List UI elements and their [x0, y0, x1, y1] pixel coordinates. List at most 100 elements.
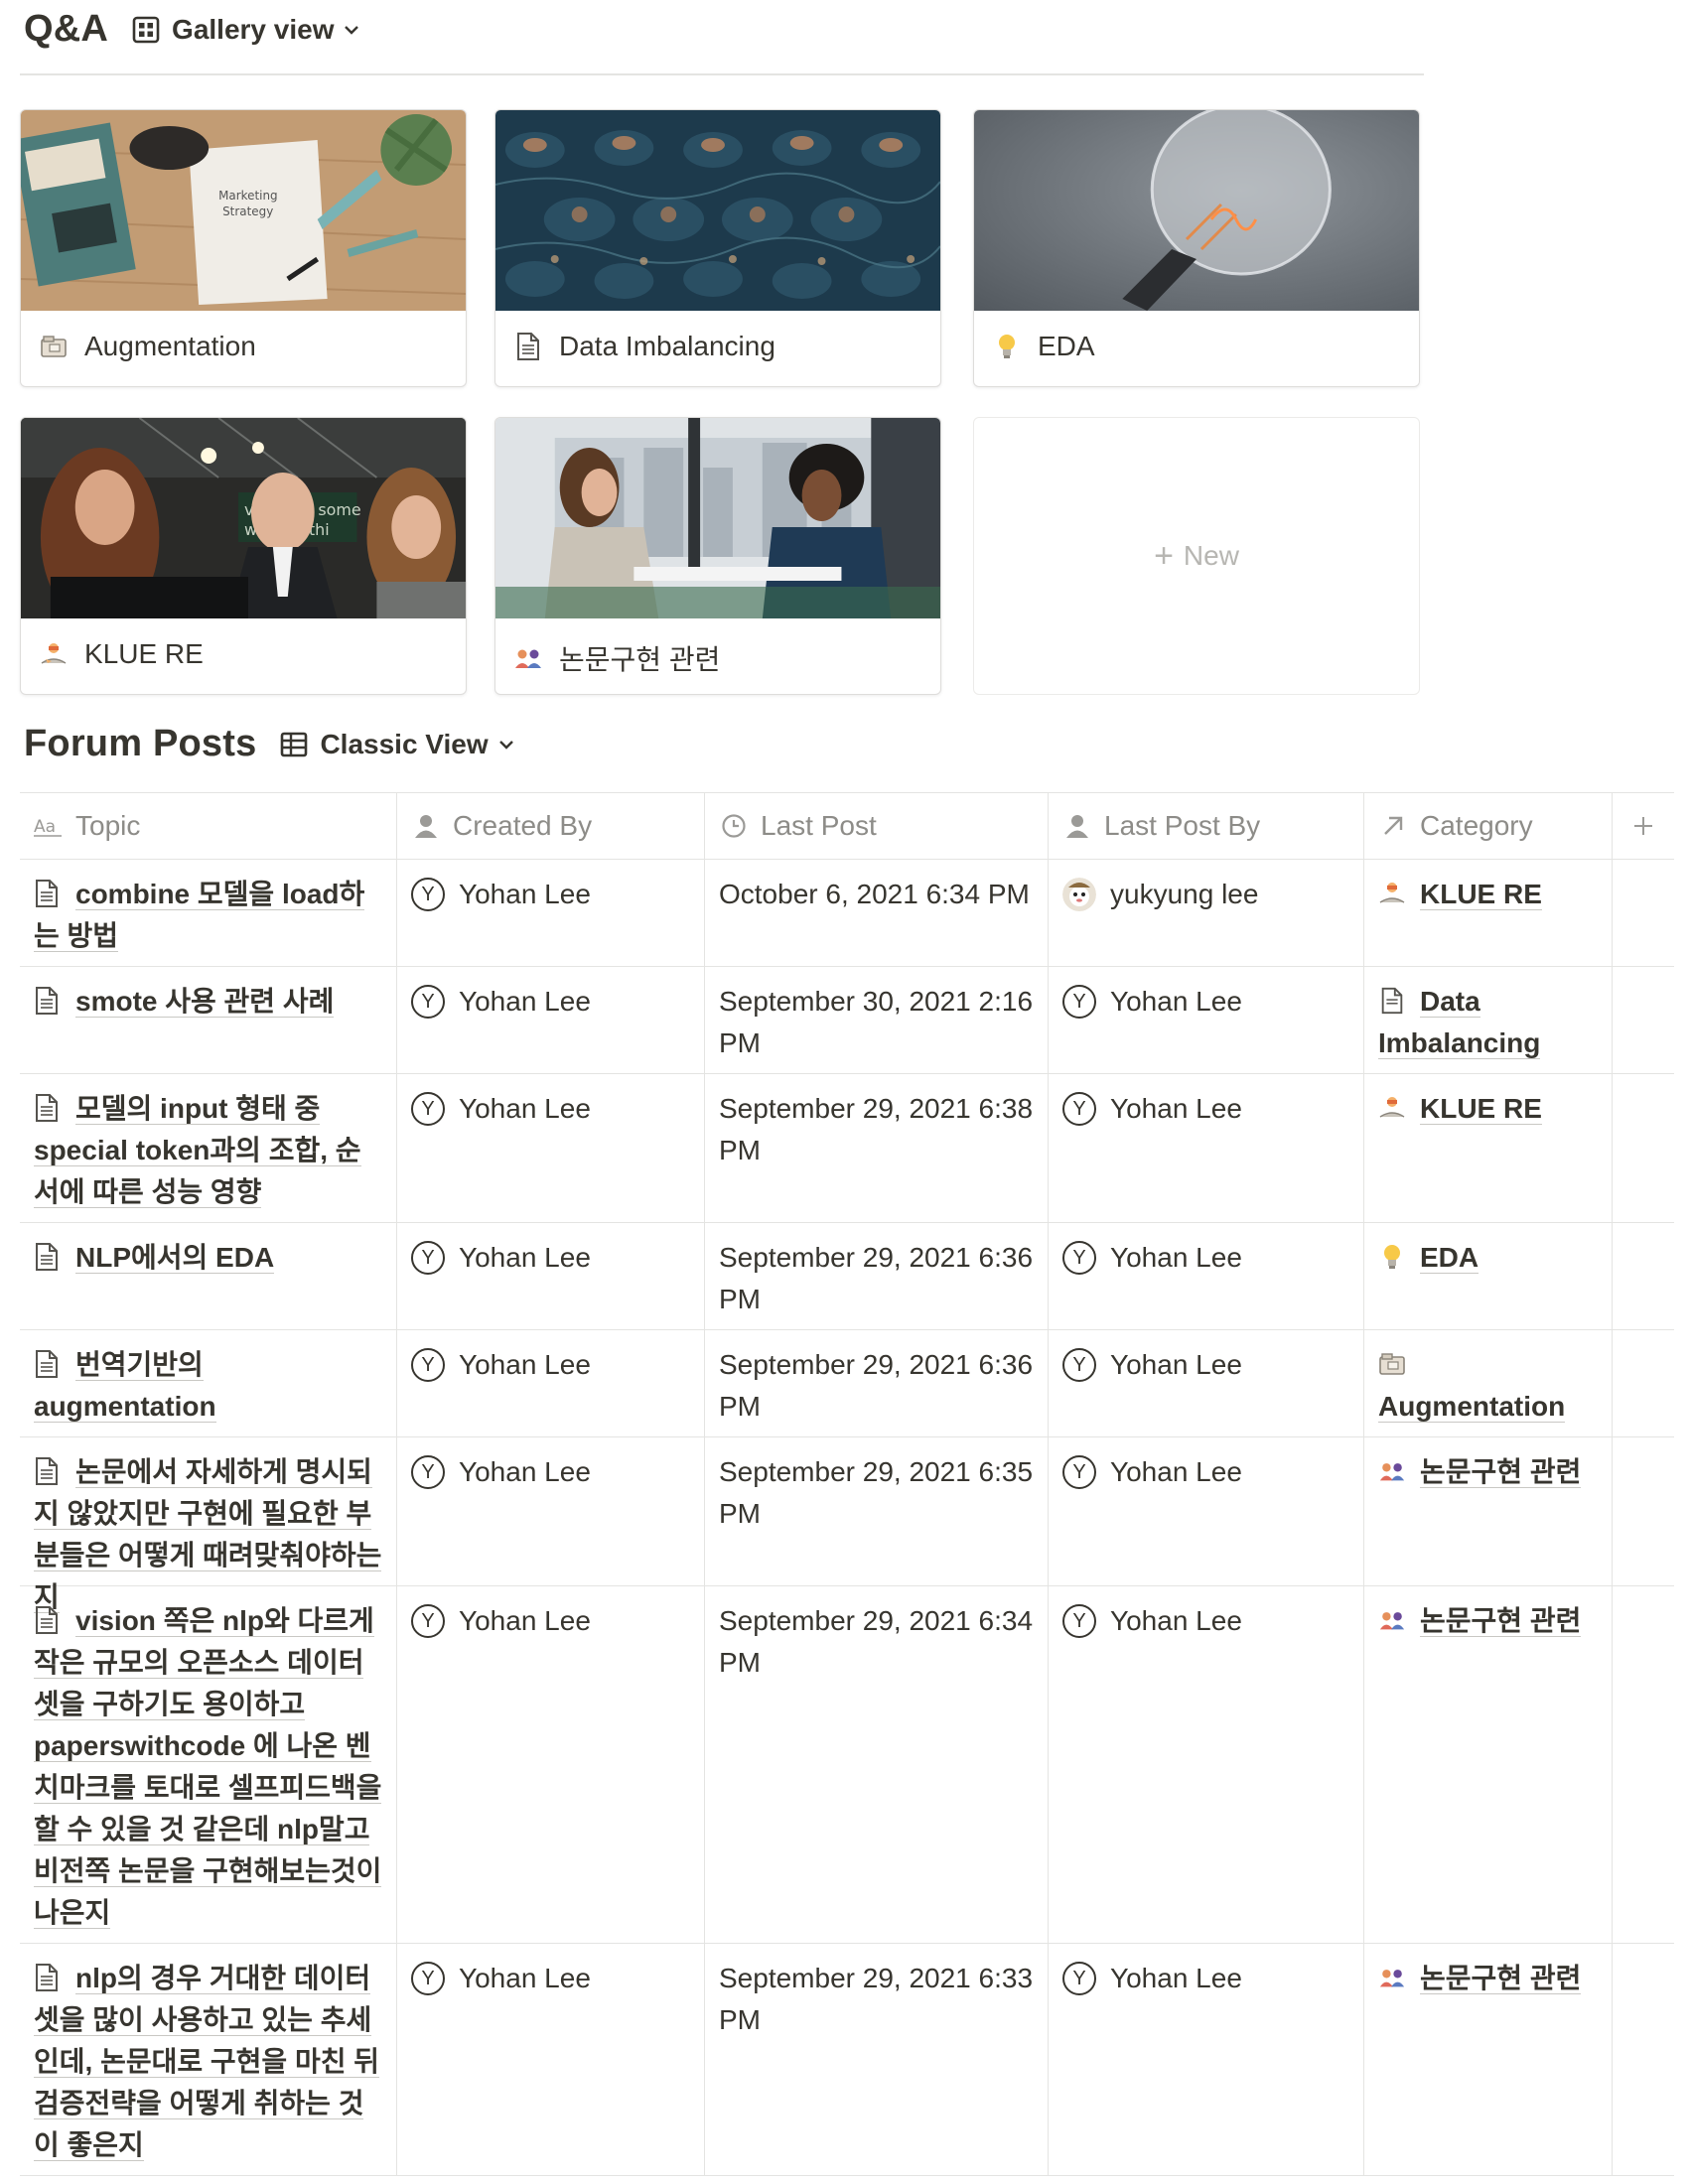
document-icon [36, 1094, 58, 1122]
column-header-last-post-by[interactable]: Last Post By [1049, 793, 1364, 859]
forum-title: Forum Posts [24, 723, 257, 764]
last-post-date: September 29, 2021 6:35 PM [719, 1456, 1034, 1529]
card-caption: 논문구현 관련 [513, 638, 720, 678]
category-cell[interactable]: 논문구현 관련 [1364, 1586, 1613, 1943]
category-cell[interactable]: 논문구현 관련 [1364, 1437, 1613, 1585]
add-property-button[interactable] [1613, 793, 1674, 859]
card-label: 논문구현 관련 [559, 644, 721, 675]
topic-link[interactable]: nlp의 경우 거대한 데이터셋을 많이 사용하고 있는 추세인데, 논문대로 … [34, 1963, 380, 2161]
qa-header: Q&A Gallery view [24, 8, 371, 51]
new-card-button[interactable]: + New [973, 417, 1420, 695]
category-link[interactable]: KLUE RE [1420, 1093, 1542, 1125]
table-row[interactable]: vision 쪽은 nlp와 다르게 작은 규모의 오픈소스 데이터셋을 구하기… [20, 1586, 1674, 1944]
gallery-card-klue-re[interactable]: ve up on some without thi KLUE RE [20, 417, 467, 695]
column-label: Category [1420, 810, 1533, 841]
gallery-card-augmentation[interactable]: Marketing Strategy Augmentation [20, 109, 467, 387]
person-icon [1062, 811, 1092, 841]
topic-link[interactable]: combine 모델을 load하는 방법 [34, 879, 365, 952]
last-post-by-cell: yukyung lee [1049, 860, 1364, 966]
document-icon [36, 1350, 58, 1378]
topic-link[interactable]: 번역기반의 augmentation [34, 1349, 216, 1423]
topic-cell[interactable]: NLP에서의 EDA [20, 1223, 397, 1329]
card-caption: KLUE RE [39, 638, 204, 670]
topic-cell[interactable]: nlp의 경우 거대한 데이터셋을 많이 사용하고 있는 추세인데, 논문대로 … [20, 1944, 397, 2175]
category-cell[interactable]: EDA [1364, 1223, 1613, 1329]
created-by-cell: Y Yohan Lee [397, 1437, 705, 1585]
category-link[interactable]: 논문구현 관련 [1420, 1456, 1582, 1488]
category-cell[interactable]: KLUE RE [1364, 1074, 1613, 1222]
card-label: KLUE RE [84, 638, 204, 669]
qa-title: Q&A [24, 8, 109, 50]
person-name: Yohan Lee [459, 1456, 591, 1487]
gallery-card-data-imbalancing[interactable]: Data Imbalancing [494, 109, 941, 387]
category-cell[interactable]: KLUE RE [1364, 860, 1613, 966]
table-row[interactable]: nlp의 경우 거대한 데이터셋을 많이 사용하고 있는 추세인데, 논문대로 … [20, 1944, 1674, 2176]
category-cell[interactable]: Data Imbalancing [1364, 967, 1613, 1073]
last-post-cell: September 29, 2021 6:38 PM [705, 1074, 1049, 1222]
topic-cell[interactable]: smote 사용 관련 사례 [20, 967, 397, 1073]
created-by-cell: Y Yohan Lee [397, 1330, 705, 1436]
gallery-card-paper-implementation[interactable]: 논문구현 관련 [494, 417, 941, 695]
person-name: Yohan Lee [1110, 986, 1242, 1017]
category-link[interactable]: EDA [1420, 1242, 1479, 1274]
topic-link[interactable]: smote 사용 관련 사례 [75, 986, 335, 1018]
avatar: Y [1062, 1241, 1096, 1275]
card-caption: Augmentation [39, 331, 256, 362]
avatar: Y [411, 985, 445, 1019]
column-header-last-post[interactable]: Last Post [705, 793, 1049, 859]
category-cell[interactable]: 논문구현 관련 [1364, 1944, 1613, 2175]
person-name: Yohan Lee [459, 879, 591, 909]
category-link[interactable]: Augmentation [1378, 1391, 1566, 1423]
topic-cell[interactable]: vision 쪽은 nlp와 다르게 작은 규모의 오픈소스 데이터셋을 구하기… [20, 1586, 397, 1943]
table-row[interactable]: 모델의 input 형태 중 special token과의 조합, 순서에 따… [20, 1074, 1674, 1223]
topic-link[interactable]: NLP에서의 EDA [75, 1242, 275, 1274]
category-link[interactable]: 논문구현 관련 [1420, 1605, 1582, 1637]
table-row[interactable]: combine 모델을 load하는 방법 Y Yohan Lee October… [20, 860, 1674, 967]
classic-view-switch[interactable]: Classic View [280, 729, 525, 760]
gallery-card-eda[interactable]: EDA [973, 109, 1420, 387]
column-label: Last Post By [1104, 810, 1261, 841]
card-label: Data Imbalancing [559, 331, 775, 361]
last-post-cell: October 6, 2021 6:34 PM [705, 860, 1049, 966]
card-cover-image [974, 110, 1419, 311]
last-post-date: September 29, 2021 6:36 PM [719, 1242, 1034, 1314]
forum-header: Forum Posts Classic View [24, 723, 526, 765]
empty-cell [1613, 860, 1674, 966]
raising-hand-icon [39, 639, 69, 669]
table-row[interactable]: 번역기반의 augmentation Y Yohan Lee September … [20, 1330, 1674, 1437]
classic-view-label: Classic View [320, 728, 489, 759]
category-cell[interactable]: Augmentation [1364, 1330, 1613, 1436]
table-row[interactable]: smote 사용 관련 사례 Y Yohan Lee September 30, … [20, 967, 1674, 1074]
last-post-by-cell: Y Yohan Lee [1049, 1330, 1364, 1436]
table-row[interactable]: NLP에서의 EDA Y Yohan Lee September 29, 2021… [20, 1223, 1674, 1330]
plus-icon [1634, 817, 1652, 835]
column-header-category[interactable]: Category [1364, 793, 1613, 859]
gallery-view-switch[interactable]: Gallery view [132, 14, 371, 46]
created-by-cell: Y Yohan Lee [397, 1074, 705, 1222]
topic-cell[interactable]: 번역기반의 augmentation [20, 1330, 397, 1436]
column-header-created-by[interactable]: Created By [397, 793, 705, 859]
text-property-icon: Aa [34, 811, 64, 841]
avatar: Y [1062, 1455, 1096, 1489]
category-link[interactable]: KLUE RE [1420, 879, 1542, 910]
people-icon [1379, 1970, 1405, 1987]
category-link[interactable]: 논문구현 관련 [1420, 1963, 1582, 1994]
person-name: Yohan Lee [459, 986, 591, 1017]
topic-link[interactable]: 모델의 input 형태 중 special token과의 조합, 순서에 따… [34, 1093, 361, 1208]
topic-cell[interactable]: 모델의 input 형태 중 special token과의 조합, 순서에 따… [20, 1074, 397, 1222]
avatar: Y [1062, 1604, 1096, 1638]
document-icon [36, 880, 58, 907]
topic-cell[interactable]: 논문에서 자세하게 명시되지 않았지만 구현에 필요한 부분들은 어떻게 때려맞… [20, 1437, 397, 1613]
column-label: Last Post [761, 810, 877, 841]
avatar: Y [411, 1962, 445, 1995]
avatar: Y [1062, 1092, 1096, 1126]
table-row[interactable]: 논문에서 자세하게 명시되지 않았지만 구현에 필요한 부분들은 어떻게 때려맞… [20, 1437, 1674, 1613]
last-post-date: October 6, 2021 6:34 PM [719, 879, 1030, 909]
lightbulb-icon [1384, 1245, 1400, 1269]
gallery-view-label: Gallery view [172, 13, 335, 45]
topic-link[interactable]: vision 쪽은 nlp와 다르게 작은 규모의 오픈소스 데이터셋을 구하기… [34, 1605, 382, 1929]
topic-cell[interactable]: combine 모델을 load하는 방법 [20, 860, 397, 966]
document-icon [36, 1964, 58, 1991]
last-post-date: September 29, 2021 6:34 PM [719, 1605, 1034, 1678]
column-header-topic[interactable]: Aa Topic [20, 793, 397, 859]
